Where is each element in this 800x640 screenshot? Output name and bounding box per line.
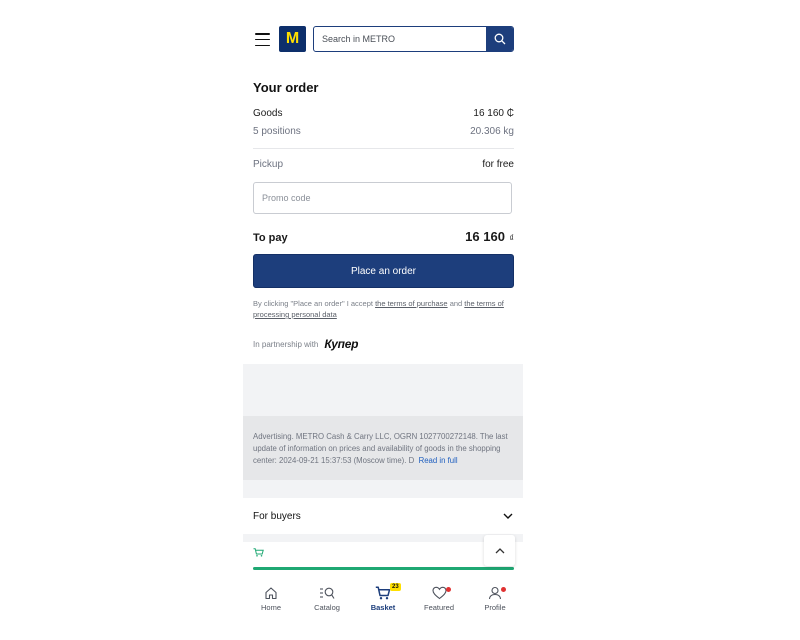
pickup-row: Pickup for free — [253, 159, 514, 170]
for-buyers-accordion[interactable]: For buyers — [243, 498, 523, 534]
goods-value: 16 160 ₵ — [473, 108, 514, 119]
to-pay-row: To pay 16 160 ₫ — [253, 228, 514, 246]
logo-text: M — [285, 30, 300, 47]
home-icon — [265, 587, 277, 600]
promo-code-field — [253, 182, 512, 214]
to-pay-currency: ₫ — [509, 233, 514, 243]
app-screen: M Your order Goods 16 160 ₵ 5 positions … — [243, 14, 523, 626]
search-icon — [494, 33, 505, 45]
to-pay-amount: 16 160 ₫ — [465, 228, 514, 246]
progress-track — [253, 567, 514, 570]
search-input[interactable] — [314, 27, 486, 51]
nav-catalog-label: Catalog — [314, 603, 340, 612]
order-summary-card: Your order Goods 16 160 ₵ 5 positions 20… — [243, 64, 523, 364]
terms-purchase-link[interactable]: the terms of purchase — [375, 299, 448, 308]
search-bar — [313, 26, 514, 52]
nav-profile[interactable]: Profile — [467, 572, 523, 626]
for-buyers-label: For buyers — [253, 510, 301, 522]
nav-basket[interactable]: 23 Basket — [355, 572, 411, 626]
weight-value: 20.306 kg — [470, 126, 514, 137]
nav-profile-label: Profile — [484, 603, 506, 612]
order-title: Your order — [253, 80, 319, 95]
search-button[interactable] — [486, 27, 513, 51]
cart-small-icon — [253, 548, 264, 557]
to-pay-value: 16 160 — [465, 229, 505, 244]
profile-alert-dot — [501, 587, 506, 592]
goods-label: Goods — [253, 108, 283, 119]
legal-and: and — [447, 299, 465, 308]
nav-basket-label: Basket — [370, 603, 396, 612]
nav-featured-label: Featured — [423, 603, 455, 612]
nav-featured[interactable]: Featured — [411, 572, 467, 626]
basket-count-badge: 23 — [390, 583, 401, 591]
menu-icon[interactable] — [255, 33, 270, 47]
nav-home-label: Home — [260, 603, 281, 612]
place-order-button[interactable]: Place an order — [253, 254, 514, 288]
pickup-value: for free — [482, 159, 514, 170]
nav-catalog[interactable]: Catalog — [299, 572, 355, 626]
divider — [253, 148, 514, 149]
catalog-search-icon — [320, 587, 335, 599]
metro-logo[interactable]: M — [279, 26, 306, 52]
legal-prefix: By clicking "Place an order" I accept — [253, 299, 376, 308]
progress-fill — [253, 567, 514, 570]
basket-progress-bar[interactable] — [243, 542, 523, 572]
pickup-label: Pickup — [253, 159, 284, 170]
ad-text: Advertising. METRO Cash & Carry LLC, OGR… — [253, 431, 516, 467]
positions-label: 5 positions — [253, 126, 301, 137]
goods-row: Goods 16 160 ₵ — [253, 108, 514, 119]
header: M — [243, 14, 523, 64]
legal-notice: By clicking "Place an order" I accept th… — [253, 298, 515, 320]
cart-icon — [375, 586, 391, 600]
featured-alert-dot — [446, 587, 451, 592]
to-pay-label: To pay — [253, 232, 288, 244]
user-icon — [488, 586, 502, 600]
heart-icon — [431, 586, 447, 600]
promo-code-input[interactable] — [254, 183, 511, 213]
chevron-up-icon — [495, 547, 504, 553]
partnership-line: In partnership with Купер — [253, 337, 358, 351]
kuper-logo: Купер — [324, 337, 359, 351]
read-in-full-link[interactable]: Read in full — [419, 456, 458, 465]
nav-home[interactable]: Home — [243, 572, 299, 626]
scroll-to-top-button[interactable] — [484, 535, 515, 566]
partnership-label: In partnership with — [253, 339, 319, 349]
advertising-disclaimer: Advertising. METRO Cash & Carry LLC, OGR… — [243, 416, 523, 480]
ad-body: Advertising. METRO Cash & Carry LLC, OGR… — [253, 432, 508, 465]
bottom-navigation: Home Catalog 23 Basket Featured Profile — [243, 572, 523, 626]
chevron-down-icon — [503, 513, 513, 519]
positions-row: 5 positions 20.306 kg — [253, 126, 514, 137]
